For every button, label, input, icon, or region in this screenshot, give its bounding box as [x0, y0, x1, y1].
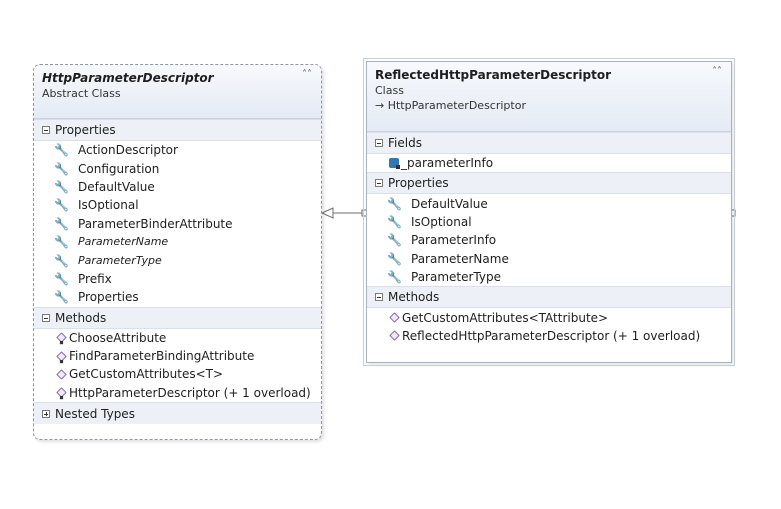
collapse-box-icon[interactable]	[42, 126, 50, 134]
section-title: Methods	[55, 310, 107, 325]
inheritance-arrowhead	[320, 207, 334, 219]
member-item[interactable]: 🔧 Prefix	[34, 270, 321, 288]
inherits-arrow-icon: →	[375, 99, 385, 112]
wrench-icon: 🔧	[54, 161, 69, 176]
member-item[interactable]: 🔧 ActionDescriptor	[34, 141, 321, 159]
section-title: Properties	[388, 176, 449, 191]
member-item[interactable]: GetCustomAttributes<TAttribute>	[367, 308, 731, 326]
protected-method-icon	[56, 351, 67, 362]
section-nested-types[interactable]: Nested Types	[34, 402, 321, 425]
member-item[interactable]: 🔧 ParameterType	[34, 251, 321, 269]
member-item[interactable]: GetCustomAttributes<T>	[34, 365, 321, 383]
wrench-icon: 🔧	[387, 270, 402, 285]
wrench-icon: 🔧	[54, 143, 69, 158]
member-item[interactable]: 🔧 DefaultValue	[34, 178, 321, 196]
method-icon	[56, 369, 67, 380]
wrench-icon: 🔧	[54, 271, 69, 286]
protected-method-icon	[56, 387, 67, 398]
section-properties[interactable]: Properties	[367, 172, 731, 195]
section-title: Methods	[388, 290, 440, 305]
section-title: Properties	[55, 123, 116, 137]
section-properties[interactable]: Properties	[34, 119, 321, 141]
member-item[interactable]: 🔧 ParameterBinderAttribute	[34, 215, 321, 233]
section-methods[interactable]: Methods	[367, 286, 731, 309]
class-shape-httpparameterdescriptor[interactable]: HttpParameterDescriptor Abstract Class ˄…	[33, 64, 322, 440]
wrench-icon: 🔧	[54, 253, 69, 268]
member-item[interactable]: ReflectedHttpParameterDescriptor (+ 1 ov…	[367, 327, 731, 345]
member-item[interactable]: 🔧 Properties	[34, 288, 321, 306]
method-icon	[389, 330, 400, 342]
wrench-icon: 🔧	[54, 216, 69, 231]
class-header[interactable]: HttpParameterDescriptor Abstract Class ˄…	[34, 65, 321, 119]
wrench-icon: 🔧	[387, 233, 402, 248]
member-item[interactable]: 🔧 Configuration	[34, 159, 321, 177]
member-item[interactable]: 🔧 IsOptional	[34, 196, 321, 214]
member-item[interactable]: _parameterInfo	[367, 154, 731, 172]
wrench-icon: 🔧	[54, 290, 69, 305]
collapse-box-icon[interactable]	[375, 139, 383, 147]
collapse-box-icon[interactable]	[42, 313, 50, 322]
expand-box-icon[interactable]	[42, 409, 50, 418]
wrench-icon: 🔧	[387, 214, 402, 229]
protected-method-icon	[56, 332, 67, 343]
wrench-icon: 🔧	[387, 196, 402, 211]
base-class: → HttpParameterDescriptor	[375, 99, 526, 112]
collapse-chevron-icon[interactable]: ˄˄	[712, 67, 722, 77]
class-kind: Abstract Class	[42, 87, 121, 100]
member-item[interactable]: 🔧 ParameterName	[34, 233, 321, 251]
section-title: Fields	[388, 136, 422, 150]
class-header[interactable]: ReflectedHttpParameterDescriptor Class →…	[367, 62, 731, 132]
member-item[interactable]: HttpParameterDescriptor (+ 1 overload)	[34, 384, 321, 402]
wrench-icon: 🔧	[54, 198, 69, 213]
member-item[interactable]: ChooseAttribute	[34, 329, 321, 347]
method-icon	[389, 312, 400, 323]
section-methods[interactable]: Methods	[34, 306, 321, 329]
member-item[interactable]: 🔧 IsOptional	[367, 213, 731, 231]
member-item[interactable]: 🔧 DefaultValue	[367, 194, 731, 212]
wrench-icon: 🔧	[54, 179, 69, 194]
class-name: ReflectedHttpParameterDescriptor	[375, 68, 611, 82]
section-fields[interactable]: Fields	[367, 132, 731, 154]
member-item[interactable]: 🔧 ParameterName	[367, 250, 731, 268]
class-kind: Class	[375, 84, 404, 97]
member-item[interactable]: FindParameterBindingAttribute	[34, 347, 321, 365]
collapse-box-icon[interactable]	[375, 293, 383, 302]
member-item[interactable]: 🔧 ParameterInfo	[367, 231, 731, 249]
wrench-icon: 🔧	[54, 235, 69, 250]
member-item[interactable]: 🔧 ParameterType	[367, 268, 731, 286]
wrench-icon: 🔧	[387, 251, 402, 266]
section-title: Nested Types	[55, 406, 135, 421]
collapse-box-icon[interactable]	[375, 179, 383, 188]
private-field-icon	[389, 158, 400, 170]
collapse-chevron-icon[interactable]: ˄˄	[302, 70, 312, 80]
class-shape-reflectedhttpparameterdescriptor[interactable]: ReflectedHttpParameterDescriptor Class →…	[363, 58, 735, 366]
class-name: HttpParameterDescriptor	[42, 71, 214, 85]
